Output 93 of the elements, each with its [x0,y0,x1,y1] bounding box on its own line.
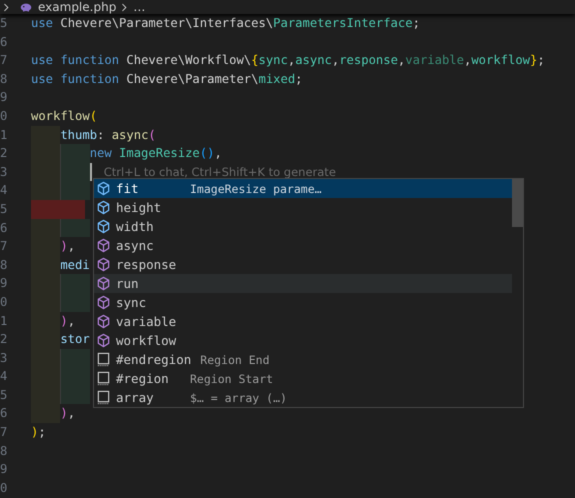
line-number: 4 [0,368,8,386]
line-number: 6 [0,34,8,51]
suggestion-detail: $… = array (…) [190,390,287,404]
suggestion-item[interactable]: fit ImageResize parame… [94,179,512,198]
inline-hint: Ctrl+L to chat, Ctrl+Shift+K to generate [104,164,336,181]
suggestion-label: response [116,257,178,272]
line-number: 9 [0,275,8,292]
suggestion-item[interactable]: async [94,236,512,255]
cube-icon [96,219,111,234]
code-line: ), [60,405,76,422]
suggestion-item[interactable]: #region Region Start [94,369,512,388]
snippet-icon [96,371,111,386]
line-number: 2 [0,331,8,348]
suggestion-item[interactable]: array $… = array (…) [94,388,512,407]
suggestion-label: fit [116,181,140,196]
suggestion-label: #region [116,371,170,386]
indent-highlight [31,126,60,144]
line-number: 8 [0,442,8,460]
suggestion-detail: ImageResize parame… [190,182,322,196]
line-number: 3 [0,164,8,181]
cube-icon [96,200,111,215]
suggestion-item[interactable]: width [94,217,512,236]
code-line: medi [60,256,90,274]
line-number: 6 [0,220,8,237]
snippet-icon [96,352,111,367]
indent-highlight [31,181,60,200]
indent-highlight [60,144,90,163]
line-number: 8 [0,256,8,274]
suggestion-item[interactable]: response [94,255,512,274]
line-number: 4 [0,182,8,200]
indent-highlight [31,404,60,424]
line-number: 0 [0,108,8,125]
suggestion-label: variable [116,314,178,329]
line-number: 0 [0,294,8,311]
suggestion-label: width [116,219,155,234]
suggestion-item[interactable]: run [94,274,512,293]
code-line: new ImageResize(), [90,145,222,162]
suggestion-label: workflow [116,333,178,348]
line-number: 5 [0,15,8,32]
cube-icon [96,276,111,291]
suggestion-item[interactable]: variable [94,312,512,331]
line-number: 5 [0,386,8,404]
indent-highlight [60,181,90,200]
cube-icon [96,295,111,310]
line-number: 2 [0,145,8,162]
suggestion-item[interactable]: height [94,198,512,217]
code-line: ); [31,424,46,442]
suggestion-item[interactable]: #endregion Region End [94,350,512,369]
code-line: use function Chevere\Parameter\mixed; [31,70,303,88]
suggestion-label: run [116,276,140,291]
line-number: 1 [0,126,8,144]
suggestion-detail: Region Start [190,372,274,386]
line-number: 7 [0,424,8,442]
cube-icon [96,314,111,329]
line-number: 9 [0,461,8,478]
code-line: use function Chevere\Workflow\{sync,async,response,variable,workflow}; [31,52,545,70]
line-number: 5 [0,200,8,218]
code-line: ), [60,312,76,330]
indent-highlight [60,348,90,368]
suggestion-label: sync [116,295,148,310]
indent-highlight [60,218,90,238]
suggestion-label: height [116,200,162,215]
indent-highlight [31,218,60,238]
cube-icon [96,257,111,272]
snippet-icon [96,390,111,405]
suggestion-label: array [116,390,155,405]
indent-highlight [60,274,90,293]
line-number: 1 [0,312,8,330]
line-number: 7 [0,238,8,256]
line-number: 7 [0,52,8,70]
suggestion-item[interactable]: workflow [94,331,512,350]
error-highlight [31,200,85,219]
line-number: 6 [0,405,8,422]
breadcrumb-item[interactable]: example.php [38,0,116,14]
indent-highlight [60,292,90,312]
cube-icon [96,181,111,196]
code-line: use Chevere\Parameter\Interfaces\ParametersInterface; [31,15,420,32]
cube-icon [96,238,111,253]
code-line: thumb: async( [60,126,156,144]
code-line: stor [60,331,90,348]
suggestion-detail: Region End [200,352,270,366]
line-number: 3 [0,350,8,367]
suggestion-label: #endregion [116,352,192,367]
indent-highlight [60,386,90,404]
line-number: 0 [0,480,8,497]
cube-icon [96,333,111,348]
line-number: 8 [0,70,8,88]
breadcrumb-item[interactable]: … [133,0,146,14]
code-line: workflow( [31,108,98,125]
suggestion-item[interactable]: sync [94,293,512,312]
code-line: ), [60,238,76,256]
suggestion-label: async [116,238,155,253]
line-number: 9 [0,89,8,106]
